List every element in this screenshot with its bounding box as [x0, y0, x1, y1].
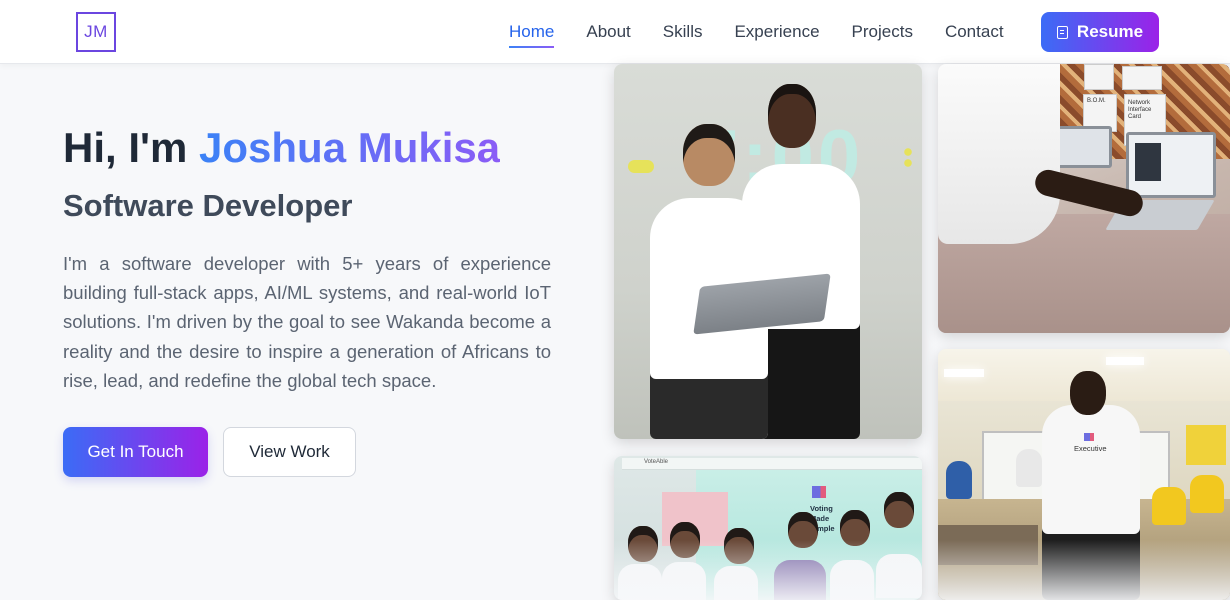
nav-experience[interactable]: Experience — [734, 0, 819, 64]
nav-skills[interactable]: Skills — [663, 0, 703, 64]
photo-student — [1016, 449, 1042, 487]
photo-laptop-back — [1056, 126, 1112, 168]
top-navbar: JM Home About Skills Experience Projects… — [0, 0, 1230, 64]
photo-shirt-logo — [1084, 433, 1094, 441]
photo-student — [1190, 475, 1224, 513]
hero-description: I'm a software developer with 5+ years o… — [63, 253, 551, 391]
photo-fade — [938, 540, 1230, 600]
photo-light — [944, 369, 984, 377]
document-icon — [1056, 25, 1068, 39]
resume-button[interactable]: Resume — [1041, 12, 1159, 52]
photo-card — [1084, 64, 1114, 90]
photo-classroom: Executive — [938, 349, 1230, 600]
photo-app-bar-text: VoteAble — [644, 459, 669, 465]
nav-home[interactable]: Home — [509, 0, 555, 64]
photo-laptop-front — [1126, 132, 1216, 198]
photo-card-network-label: Network Interface Card — [1128, 100, 1152, 120]
hero-title: Hi, I'm Joshua Mukisa — [63, 124, 500, 172]
hero-greeting: Hi, I'm — [63, 124, 200, 171]
view-work-button[interactable]: View Work — [223, 427, 356, 477]
nav-links: Home About Skills Experience Projects Co… — [509, 0, 1036, 64]
photo-slide-logo — [812, 486, 826, 498]
hero-name: Joshua Mukisa — [199, 124, 501, 171]
photo-card-bom-label: B.O.M. — [1087, 98, 1106, 104]
hero-role: Software Developer — [63, 188, 353, 223]
photo-student — [946, 461, 972, 499]
photo-iot-workshop: B.O.M. Network Interface Card — [938, 64, 1230, 333]
photo-student — [1152, 487, 1186, 525]
photo-person-shirt — [938, 64, 1060, 244]
photo-head-executive — [1070, 371, 1106, 415]
photo-yellow-poster — [1186, 425, 1226, 465]
site-logo[interactable]: JM — [76, 12, 116, 52]
photo-card — [1122, 66, 1162, 90]
photo-fade — [614, 540, 922, 600]
nav-about[interactable]: About — [586, 0, 630, 64]
photo-light — [1106, 357, 1144, 365]
photo-team-laptop: 7:00 — [614, 64, 922, 439]
photo-head-left — [683, 124, 735, 186]
photo-shirt-text: Executive — [1074, 444, 1107, 453]
photo-head — [884, 492, 914, 528]
photo-dots — [904, 148, 912, 168]
photo-team-group: VoteAble Voting Made Simple — [614, 456, 922, 600]
nav-projects[interactable]: Projects — [852, 0, 913, 64]
photo-head-right — [768, 84, 816, 148]
resume-label: Resume — [1076, 22, 1144, 41]
photo-sticker — [628, 160, 654, 173]
nav-contact[interactable]: Contact — [945, 0, 1004, 64]
get-in-touch-button[interactable]: Get In Touch — [63, 427, 208, 477]
